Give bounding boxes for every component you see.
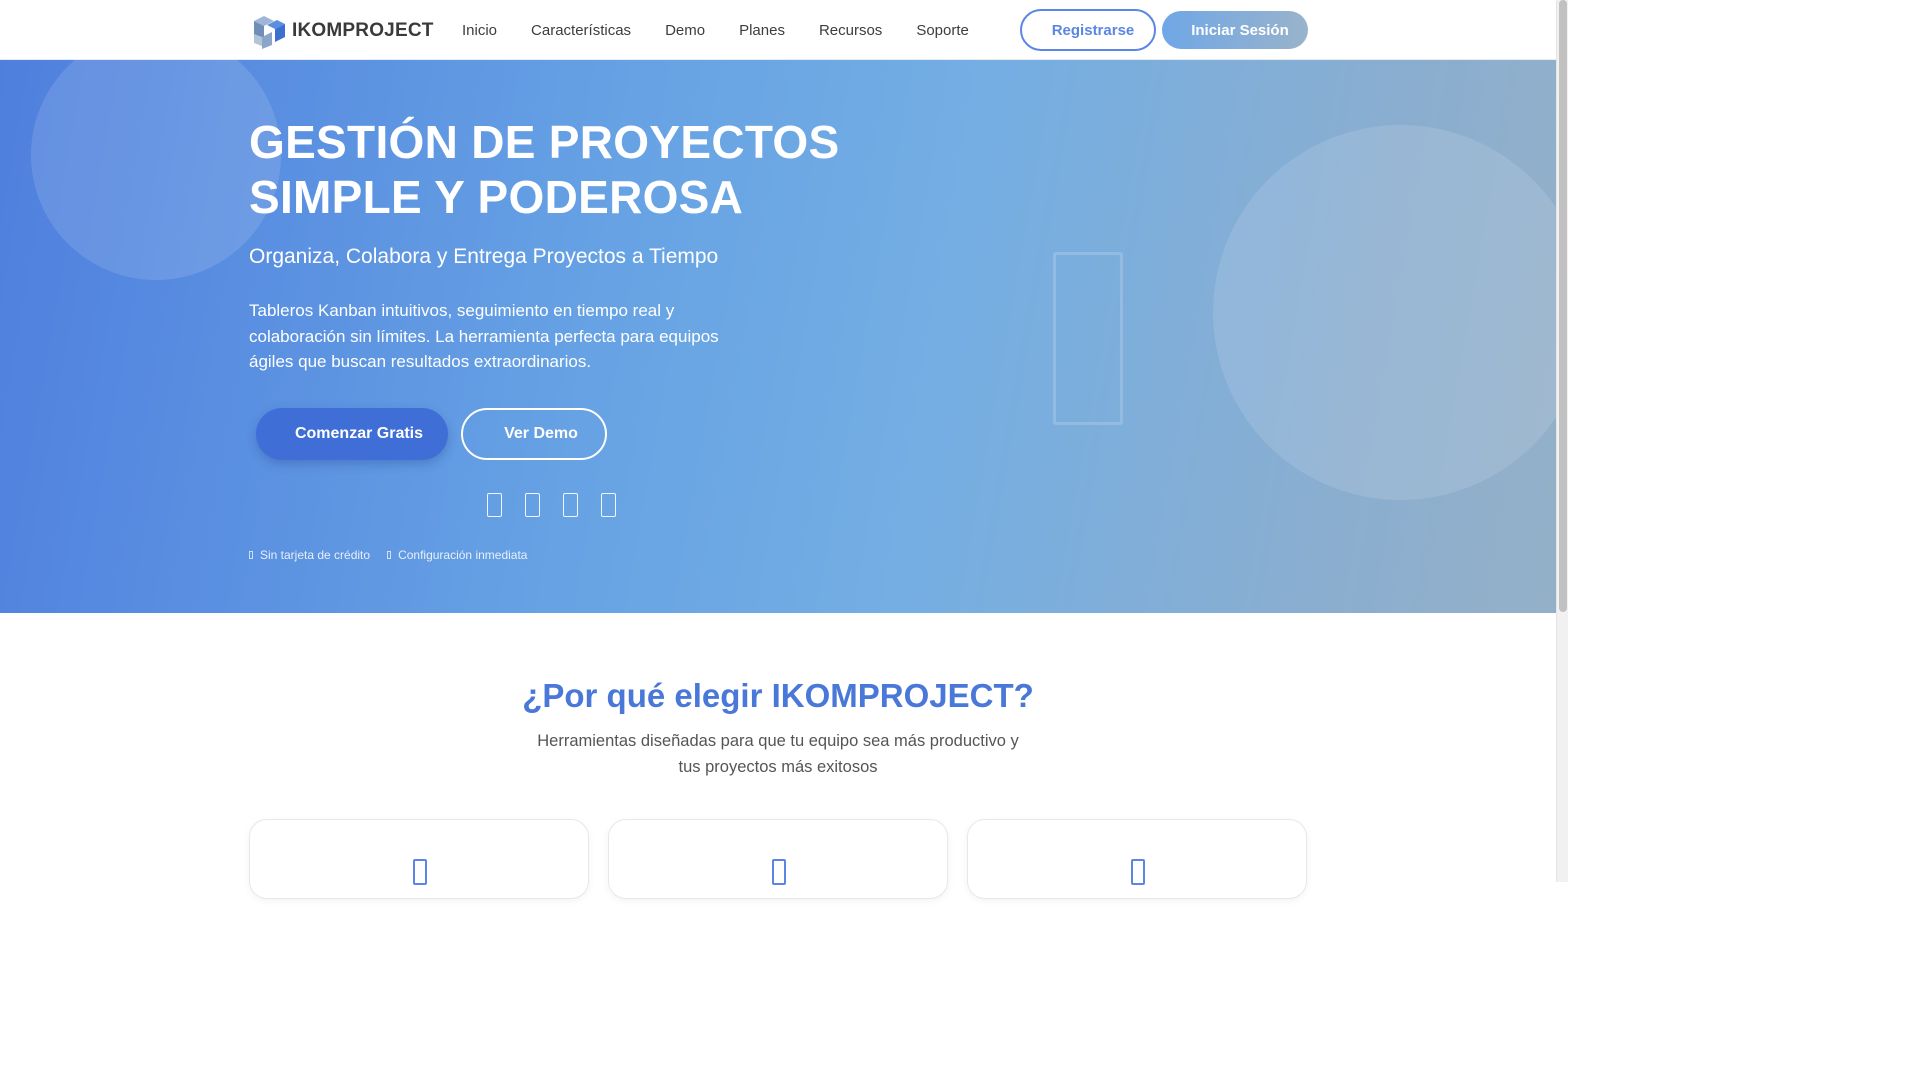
why-section-title: ¿Por qué elegir IKOMPROJECT? [522,677,1034,714]
hero-title: GESTIÓN DE PROYECTOS SIMPLE Y PODEROSA [249,115,949,225]
nav-link-inicio[interactable]: Inicio [445,22,514,39]
hero-title-line-1: GESTIÓN DE PROYECTOS [249,116,840,168]
calendar-icon [601,493,616,517]
project-illustration-icon [1053,252,1123,425]
hero-section: GESTIÓN DE PROYECTOS SIMPLE Y PODEROSA O… [0,60,1556,613]
start-free-label: Comenzar Gratis [294,425,424,442]
register-button[interactable]: Registrarse [1020,9,1156,51]
nav-link-demo[interactable]: Demo [648,22,722,39]
feature-no-card: Sin tarjeta de crédito [260,548,371,562]
hero-feature-list: Sin tarjeta de crédito Configuración inm… [249,548,544,562]
feature-card-icon [772,859,786,885]
feature-card-icon [1131,859,1145,885]
brand-logo[interactable]: IKOMPROJECT [250,13,434,49]
check-icon [387,551,392,559]
users-icon [563,493,578,517]
decorative-circle [1213,125,1556,500]
check-icon [249,551,253,559]
feature-card [967,819,1307,899]
view-demo-label: Ver Demo [504,425,578,442]
decorative-circle [31,60,281,280]
nav-link-soporte[interactable]: Soporte [899,22,986,39]
feature-item: Configuración inmediata [387,548,527,562]
brand-name: IKOMPROJECT [292,20,434,41]
start-free-button[interactable]: Comenzar Gratis [256,408,448,460]
register-label: Registrarse [1051,21,1135,39]
scrollbar-thumb[interactable] [1559,0,1567,612]
chart-icon [525,493,540,517]
kanban-icon [487,493,502,517]
hero-icon-row [487,493,639,517]
feature-instant-setup: Configuración inmediata [398,548,528,562]
nav-link-recursos[interactable]: Recursos [802,22,899,39]
cube-logo-icon [254,16,285,49]
hero-title-line-2: SIMPLE Y PODEROSA [249,171,744,223]
feature-item: Sin tarjeta de crédito [249,548,370,562]
nav-link-caracteristicas[interactable]: Características [514,22,648,39]
feature-card-icon [413,859,427,885]
page-scrollbar[interactable] [1556,0,1568,882]
why-section-subtitle: Herramientas diseñadas para que tu equip… [537,732,1019,776]
hero-subtitle: Organiza, Colabora y Entrega Proyectos a… [249,245,719,268]
login-label: Iniciar Sesión [1191,21,1289,39]
top-navbar: IKOMPROJECT Inicio Características Demo … [0,0,1556,60]
nav-link-planes[interactable]: Planes [722,22,802,39]
feature-card [249,819,589,899]
feature-card [608,819,948,899]
view-demo-button[interactable]: Ver Demo [461,408,607,460]
main-nav: Inicio Características Demo Planes Recur… [445,0,986,60]
login-button[interactable]: Iniciar Sesión [1162,11,1308,49]
hero-description: Tableros Kanban intuitivos, seguimiento … [249,301,719,371]
